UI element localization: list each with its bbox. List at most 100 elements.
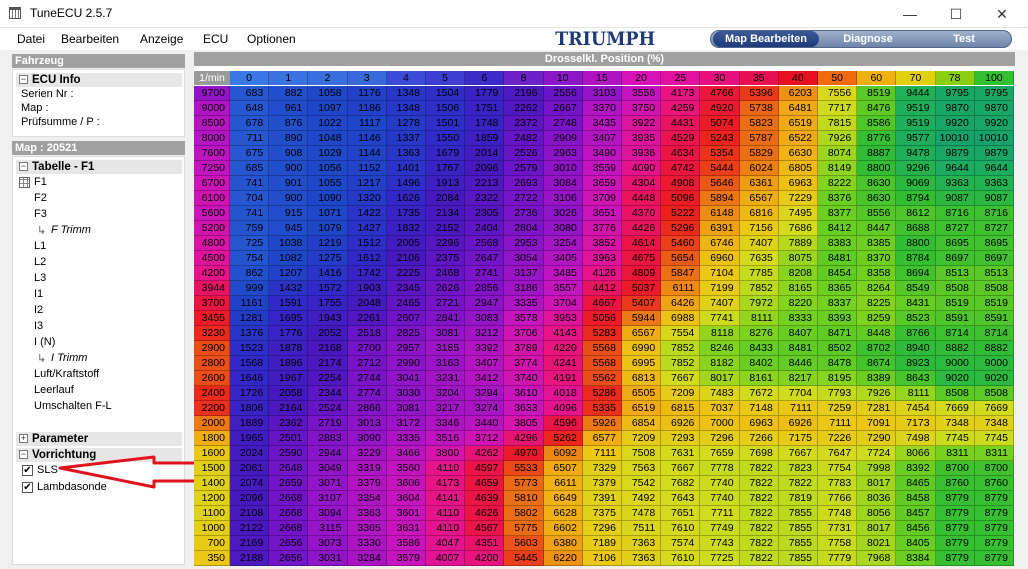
map-cell[interactable]: 8513 (974, 266, 1014, 281)
map-cell[interactable]: 9795 (974, 86, 1014, 101)
map-cell[interactable]: 3071 (308, 476, 348, 491)
map-cell[interactable]: 8471 (818, 326, 858, 341)
map-cell[interactable]: 9296 (896, 161, 936, 176)
map-cell[interactable]: 8688 (896, 221, 936, 236)
map-cell[interactable]: 4126 (582, 266, 622, 281)
map-cell[interactable]: 2524 (308, 401, 348, 416)
map-cell[interactable]: 678 (230, 116, 270, 131)
map-cell[interactable]: 4412 (582, 281, 622, 296)
map-cell[interactable]: 6220 (543, 551, 583, 566)
map-cell[interactable]: 3610 (504, 386, 544, 401)
map-cell[interactable]: 1376 (230, 326, 270, 341)
map-cell[interactable]: 8612 (896, 206, 936, 221)
map-cell[interactable]: 5847 (661, 266, 701, 281)
map-cell[interactable]: 3936 (622, 146, 662, 161)
rpm-row-header[interactable]: 2600 (194, 371, 230, 386)
map-cell[interactable]: 8523 (896, 311, 936, 326)
rpm-row-header[interactable]: 6700 (194, 176, 230, 191)
map-cell[interactable]: 2963 (543, 146, 583, 161)
rpm-row-header[interactable]: 1000 (194, 521, 230, 536)
map-cell[interactable]: 3516 (426, 431, 466, 446)
map-cell[interactable]: 3346 (426, 416, 466, 431)
map-cell[interactable]: 2526 (504, 146, 544, 161)
map-cell[interactable]: 7643 (661, 491, 701, 506)
map-cell[interactable]: 8779 (935, 521, 975, 536)
expand-icon[interactable]: + (19, 434, 28, 443)
map-cell[interactable]: 7667 (661, 461, 701, 476)
map-cell[interactable]: 8392 (896, 461, 936, 476)
map-cell[interactable]: 2296 (426, 236, 466, 251)
map-cell[interactable]: 2096 (465, 161, 505, 176)
map-cell[interactable]: 3606 (386, 476, 426, 491)
map-cell[interactable]: 4596 (543, 416, 583, 431)
rpm-row-header[interactable]: 1500 (194, 461, 230, 476)
map-cell[interactable]: 4626 (465, 506, 505, 521)
map-cell[interactable]: 900 (269, 191, 309, 206)
map-cell[interactable]: 876 (269, 116, 309, 131)
tabelle-section[interactable]: − Tabelle - F1 (16, 160, 182, 174)
map-cell[interactable]: 8779 (935, 491, 975, 506)
map-cell[interactable]: 8513 (935, 266, 975, 281)
map-cell[interactable]: 7704 (778, 386, 818, 401)
map-cell[interactable]: 7209 (661, 386, 701, 401)
map-cell[interactable]: 683 (230, 86, 270, 101)
map-cell[interactable]: 2741 (465, 266, 505, 281)
map-cell[interactable]: 7667 (661, 371, 701, 386)
map-cell[interactable]: 3083 (465, 311, 505, 326)
map-cell[interactable]: 3365 (347, 521, 387, 536)
map-cell[interactable]: 900 (269, 161, 309, 176)
map-cell[interactable]: 3106 (543, 191, 583, 206)
map-cell[interactable]: 8800 (857, 161, 897, 176)
map-cell[interactable]: 8383 (818, 236, 858, 251)
map-cell[interactable]: 3586 (386, 536, 426, 551)
map-cell[interactable]: 3485 (543, 266, 583, 281)
map-cell[interactable]: 908 (269, 146, 309, 161)
map-cell[interactable]: 6519 (778, 116, 818, 131)
map-cell[interactable]: 6577 (582, 431, 622, 446)
column-header[interactable]: 3 (347, 71, 387, 85)
tree-item-i-n[interactable]: I (N) (34, 336, 55, 348)
map-cell[interactable]: 1504 (426, 86, 466, 101)
map-cell[interactable]: 2375 (426, 251, 466, 266)
map-cell[interactable]: 1626 (386, 191, 426, 206)
map-cell[interactable]: 5037 (622, 281, 662, 296)
map-cell[interactable]: 7296 (582, 521, 622, 536)
map-cell[interactable]: 2909 (543, 131, 583, 146)
map-cell[interactable]: 8716 (935, 206, 975, 221)
map-cell[interactable]: 7926 (818, 131, 858, 146)
map-cell[interactable]: 3412 (465, 371, 505, 386)
map-cell[interactable]: 882 (269, 86, 309, 101)
map-cell[interactable]: 2744 (347, 371, 387, 386)
map-cell[interactable]: 2084 (426, 191, 466, 206)
map-cell[interactable]: 3392 (465, 341, 505, 356)
tree-item-i3[interactable]: I3 (34, 320, 43, 332)
tree-item-l1[interactable]: L1 (34, 240, 46, 252)
map-cell[interactable]: 4597 (465, 461, 505, 476)
map-cell[interactable]: 6611 (543, 476, 583, 491)
map-cell[interactable]: 754 (230, 251, 270, 266)
map-cell[interactable]: 2556 (543, 86, 583, 101)
map-cell[interactable]: 2134 (426, 206, 466, 221)
map-cell[interactable]: 1055 (308, 176, 348, 191)
map-cell[interactable]: 7454 (896, 401, 936, 416)
map-cell[interactable]: 4448 (622, 191, 662, 206)
tree-item-umschalten-f-l[interactable]: Umschalten F-L (34, 400, 112, 412)
map-cell[interactable]: 6926 (661, 416, 701, 431)
map-cell[interactable]: 3080 (543, 221, 583, 236)
rpm-row-header[interactable]: 7250 (194, 161, 230, 176)
map-cell[interactable]: 8727 (974, 221, 1014, 236)
map-cell[interactable]: 7610 (661, 551, 701, 566)
map-cell[interactable]: 3081 (386, 401, 426, 416)
map-cell[interactable]: 7822 (739, 491, 779, 506)
map-cell[interactable]: 3466 (386, 446, 426, 461)
map-cell[interactable]: 7000 (700, 416, 740, 431)
map-cell[interactable]: 2262 (504, 101, 544, 116)
map-cell[interactable]: 7793 (818, 386, 858, 401)
map-cell[interactable]: 8208 (778, 266, 818, 281)
map-cell[interactable]: 4304 (622, 176, 662, 191)
map-cell[interactable]: 3274 (465, 401, 505, 416)
map-cell[interactable]: 945 (269, 221, 309, 236)
map-cell[interactable]: 9870 (974, 101, 1014, 116)
map-cell[interactable]: 7296 (700, 431, 740, 446)
map-cell[interactable]: 8225 (857, 296, 897, 311)
